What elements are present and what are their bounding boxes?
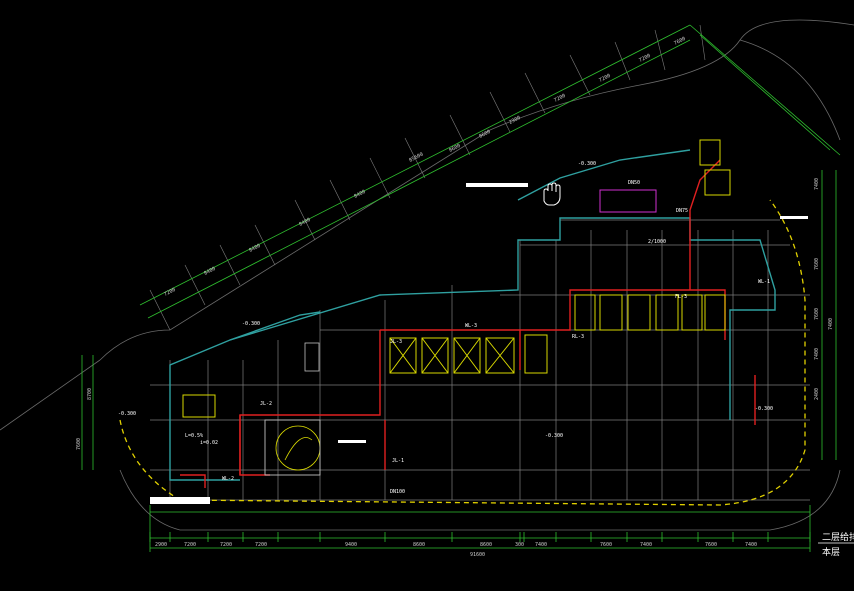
dimension-diagonal-10: 7200 [598,73,611,84]
dimension-bottom-total: 91600 [470,552,485,558]
dimension-ticks [149,532,811,542]
dimension-bottom-12: 7600 [705,542,717,548]
pipe-size-a: DN100 [390,489,405,495]
riser-label-h: WL-1 [758,279,770,285]
dimension-diagonal-11: 7200 [638,53,651,64]
riser-label-g: JL-1 [392,458,404,464]
dimension-bottom-4: 7200 [255,542,267,548]
elevation-center: -0.300 [545,433,563,439]
dimension-bottom-7: 8600 [480,542,492,548]
dimension-bottom-8: 300 [515,542,524,548]
dimension-diagonal-4: 8400 [298,217,311,228]
cad-drawing-viewport[interactable]: 2900 7200 7200 7200 9400 8600 8600 300 7… [0,0,854,591]
dimension-bottom-3: 7200 [220,542,232,548]
riser-label-d: FL-3 [675,294,687,300]
dimension-bottom-10: 7600 [600,542,612,548]
fixture-outline [599,189,657,213]
dimension-right-4: 7400 [814,348,820,360]
elevation-right: -0.300 [755,406,773,412]
pipe-size-c: DN75 [676,208,688,214]
dimension-bottom-13: 7400 [745,542,757,548]
drawing-subtitle: 本层 [822,546,840,558]
building-walls [169,149,776,481]
riser-label-c: RL-3 [572,334,584,340]
dimension-right-2: 7600 [814,258,820,270]
riser-label-a: JL-3 [390,339,402,345]
dimension-diagonal-total: 85600 [408,152,424,164]
core-room [304,342,320,372]
dimension-left-1: 7600 [76,438,82,450]
riser-label-b: WL-3 [465,323,477,329]
dimension-left-2: 8700 [87,388,93,400]
drawing-title: 二层给排 [822,531,854,543]
dimension-lines [81,24,841,552]
spiral-stair [275,425,321,471]
label-bars [150,183,808,504]
dimension-right-5: 2400 [814,388,820,400]
pipe-shafts [182,139,731,418]
dimension-diagonal-3: 8400 [248,243,261,254]
dimension-right-1: 7400 [814,178,820,190]
dimension-diagonal-9: 7200 [553,93,566,104]
floor-plan-drawing: 2900 7200 7200 7200 9400 8600 8600 300 7… [0,19,854,558]
site-boundary [0,19,854,531]
dimension-diagonal-5: 8400 [353,189,366,200]
dimension-bottom-2: 7200 [184,542,196,548]
dimension-diagonal-2: 8400 [203,266,216,277]
room-tag: 2/1000 [648,239,666,245]
riser-label-f: WL-2 [222,476,234,482]
dimension-diagonal-7: 8600 [478,129,491,140]
diagonal-axis-grid [149,24,706,331]
slope-note-b: i=0.02 [200,440,218,446]
elevation-left: -0.300 [242,321,260,327]
dimension-bottom-9: 7400 [535,542,547,548]
hand-cursor-icon [543,182,561,206]
elevation-left-lower: -0.300 [118,411,136,417]
elevation-top: -0.300 [578,161,596,167]
slope-note-a: L=0.5% [185,433,203,439]
dimension-bottom-5: 9400 [345,542,357,548]
dimension-diagonal-1: 7200 [163,287,176,298]
dimension-bottom-11: 7400 [640,542,652,548]
pipe-size-b: DN50 [628,180,640,186]
riser-label-e: JL-2 [260,401,272,407]
dimension-right-3: 7600 [814,308,820,320]
dimension-right-6: 7400 [828,318,834,330]
dimension-bottom-6: 8600 [413,542,425,548]
building-edge-dashed [119,199,806,506]
dimension-bottom-1: 2900 [155,542,167,548]
